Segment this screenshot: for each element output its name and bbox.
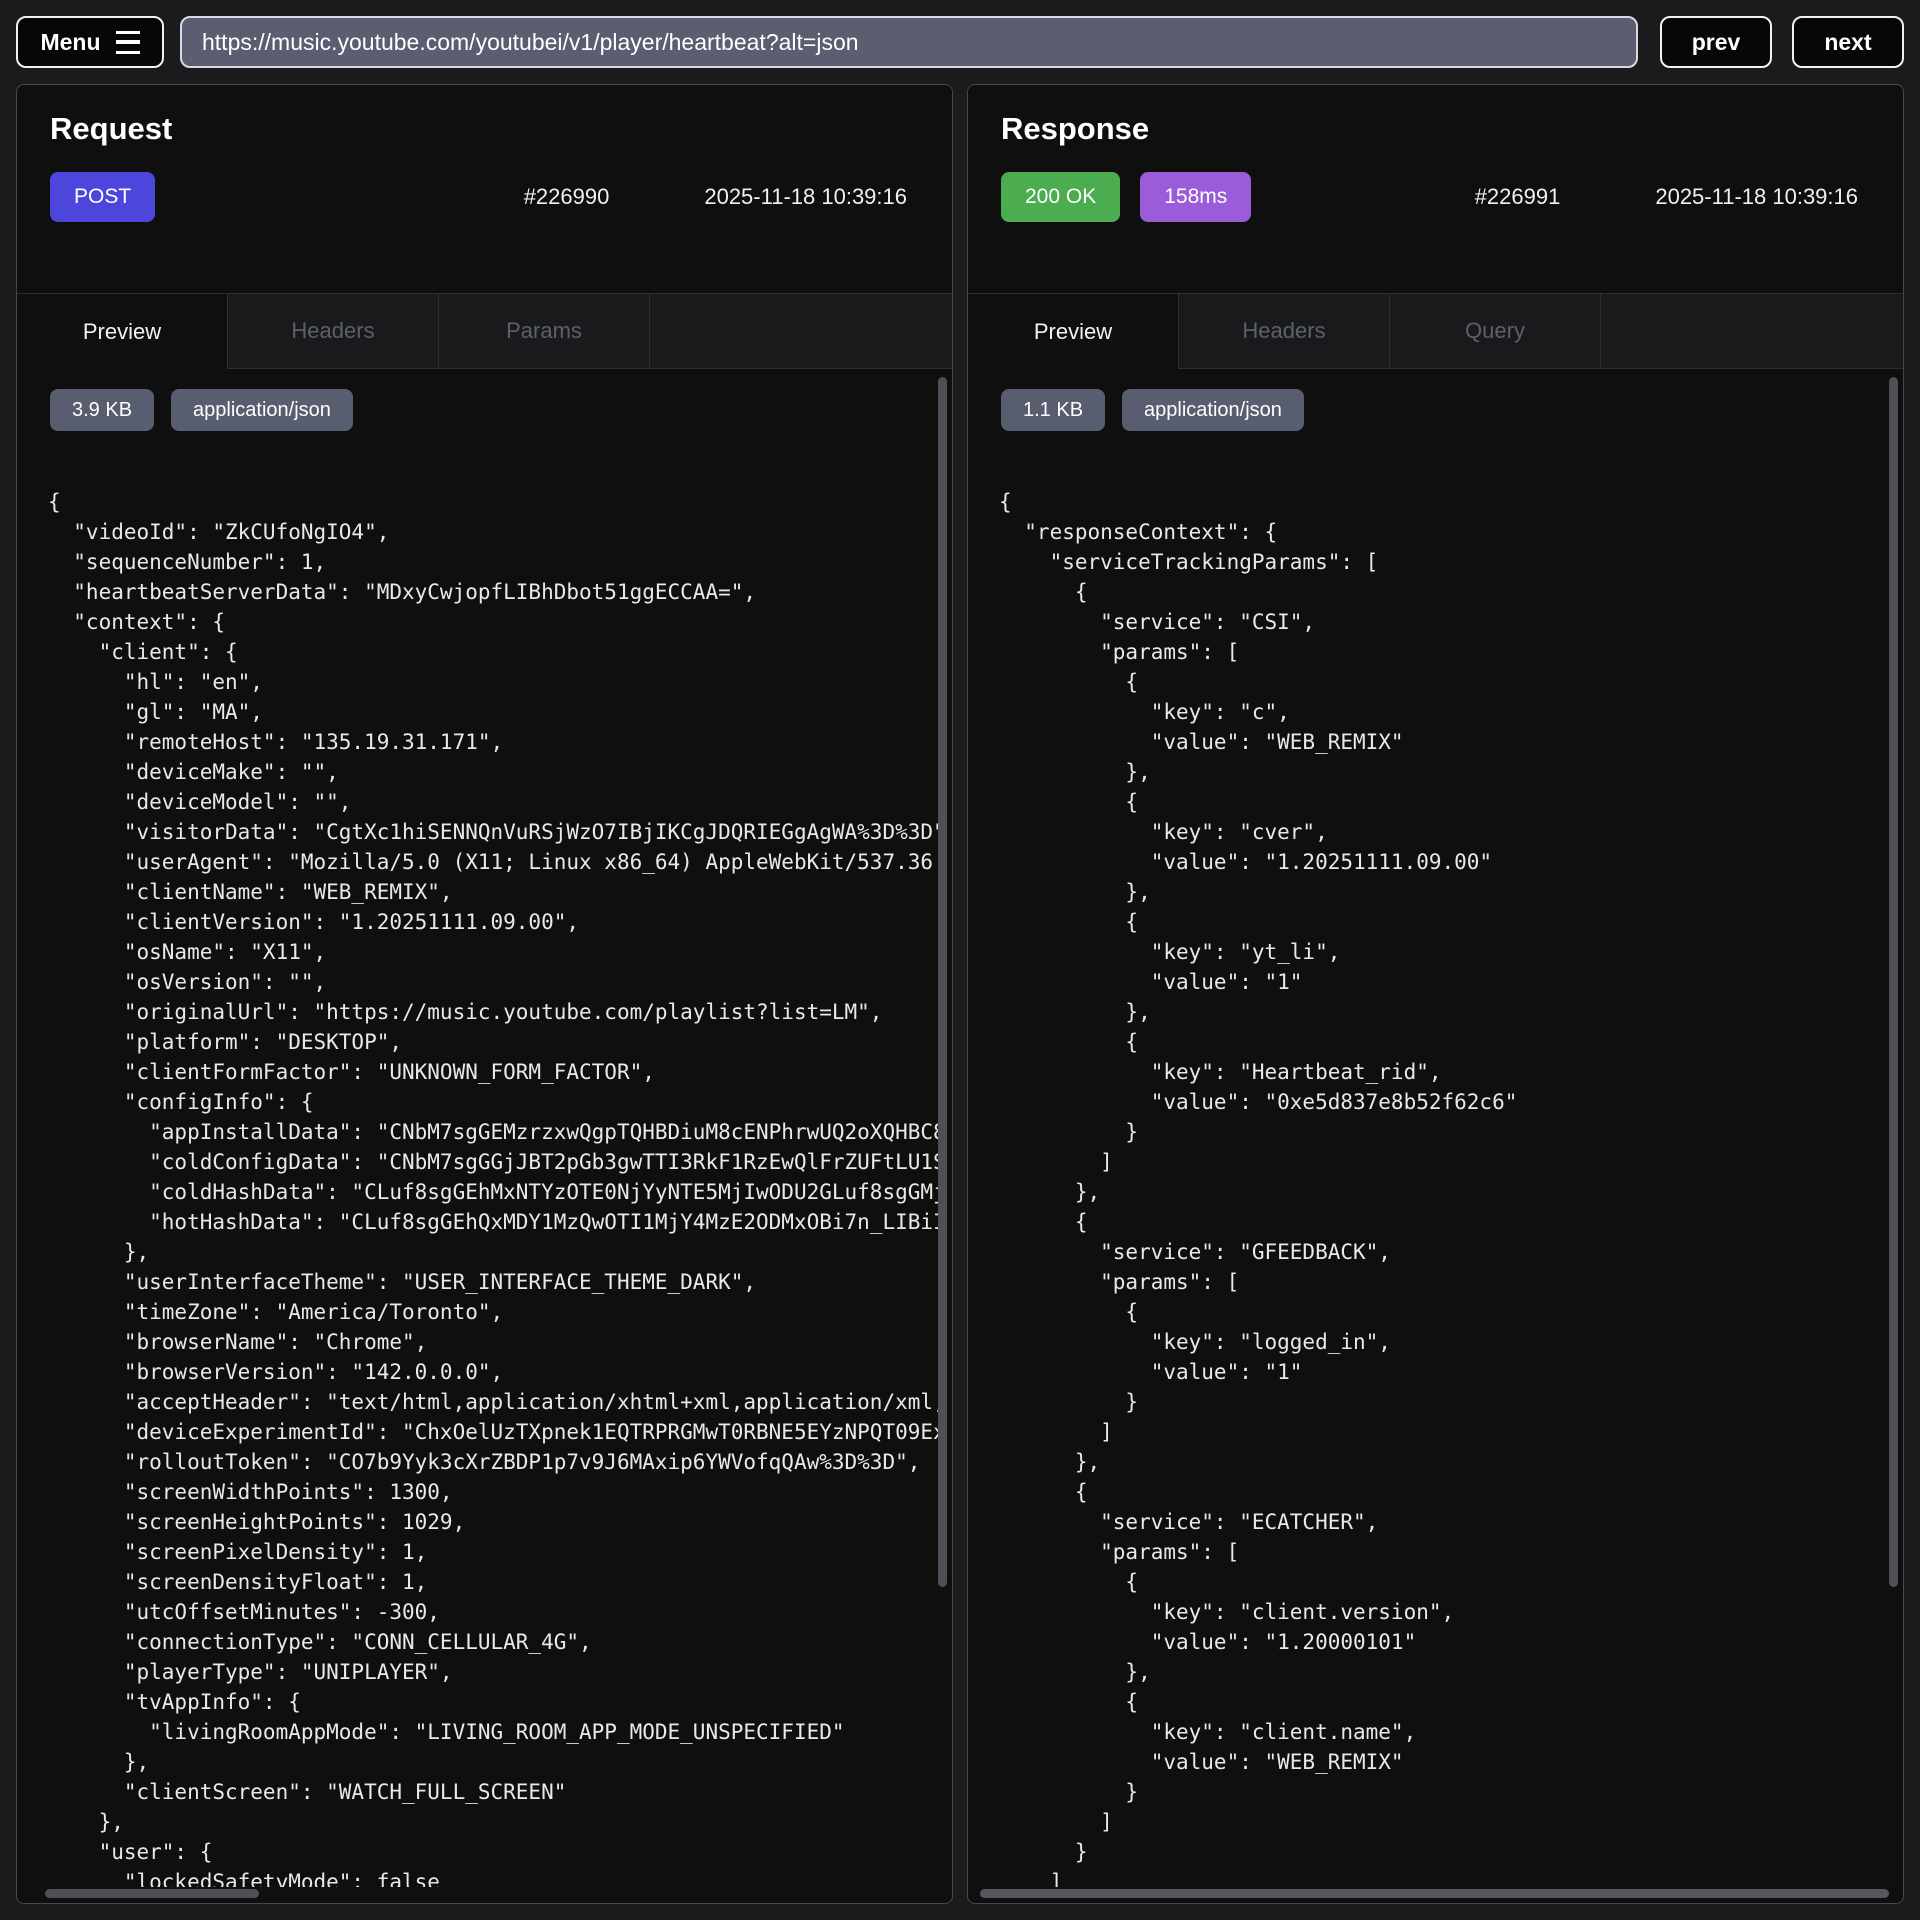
duration-badge: 158ms <box>1140 172 1251 222</box>
request-timestamp: 2025-11-18 10:39:16 <box>704 184 907 210</box>
response-body-area: 1.1 KB application/json { "responseConte… <box>968 369 1903 1903</box>
hamburger-icon <box>116 31 140 54</box>
response-json-body: { "responseContext": { "serviceTrackingP… <box>999 487 1891 1887</box>
request-size-badge: 3.9 KB <box>50 389 154 431</box>
response-tab-query[interactable]: Query <box>1390 294 1601 369</box>
prev-button[interactable]: prev <box>1660 16 1772 68</box>
request-size-row: 3.9 KB application/json <box>50 389 952 431</box>
response-title: Response <box>1001 111 1903 147</box>
request-tab-headers[interactable]: Headers <box>228 294 439 369</box>
response-vertical-scrollbar[interactable] <box>1889 377 1898 1587</box>
panels-container: Request POST #226990 2025-11-18 10:39:16… <box>16 84 1904 1904</box>
response-content-type-badge: application/json <box>1122 389 1304 431</box>
response-size-badge: 1.1 KB <box>1001 389 1105 431</box>
request-tabstrip-filler <box>650 294 952 369</box>
request-meta-row: POST #226990 2025-11-18 10:39:16 <box>50 171 907 223</box>
request-tabstrip: Preview Headers Params <box>17 293 952 369</box>
response-json-clip: { "responseContext": { "serviceTrackingP… <box>999 487 1891 1887</box>
response-tab-headers[interactable]: Headers <box>1179 294 1390 369</box>
request-vertical-scrollbar[interactable] <box>938 377 947 1587</box>
request-tab-params[interactable]: Params <box>439 294 650 369</box>
response-tab-preview[interactable]: Preview <box>968 294 1179 369</box>
response-size-row: 1.1 KB application/json <box>1001 389 1903 431</box>
request-json-body: { "videoId": "ZkCUfoNgIO4", "sequenceNum… <box>48 487 940 1887</box>
request-content-type-badge: application/json <box>171 389 353 431</box>
request-horizontal-scrollbar[interactable] <box>45 1889 259 1898</box>
response-timestamp: 2025-11-18 10:39:16 <box>1655 184 1858 210</box>
response-panel: Response 200 OK 158ms #226991 2025-11-18… <box>967 84 1904 1904</box>
menu-button[interactable]: Menu <box>16 16 164 68</box>
url-input[interactable]: https://music.youtube.com/youtubei/v1/pl… <box>180 16 1638 68</box>
next-button[interactable]: next <box>1792 16 1904 68</box>
request-body-area: 3.9 KB application/json { "videoId": "Zk… <box>17 369 952 1903</box>
toolbar: Menu https://music.youtube.com/youtubei/… <box>16 16 1904 68</box>
request-id: #226990 <box>524 184 610 210</box>
request-panel: Request POST #226990 2025-11-18 10:39:16… <box>16 84 953 1904</box>
method-badge: POST <box>50 172 155 222</box>
response-horizontal-scrollbar[interactable] <box>980 1889 1889 1898</box>
response-tabstrip-filler <box>1601 294 1903 369</box>
request-tab-preview[interactable]: Preview <box>17 294 228 369</box>
status-badge: 200 OK <box>1001 172 1120 222</box>
response-tabstrip: Preview Headers Query <box>968 293 1903 369</box>
menu-button-label: Menu <box>40 29 100 56</box>
response-id: #226991 <box>1475 184 1561 210</box>
request-json-clip: { "videoId": "ZkCUfoNgIO4", "sequenceNum… <box>48 487 940 1887</box>
response-meta-row: 200 OK 158ms #226991 2025-11-18 10:39:16 <box>1001 171 1858 223</box>
request-title: Request <box>50 111 952 147</box>
